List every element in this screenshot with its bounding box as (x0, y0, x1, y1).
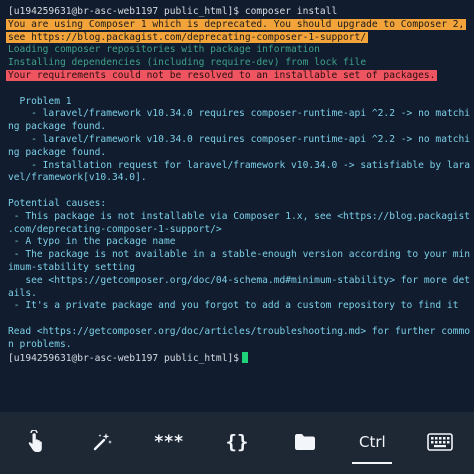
terminal-line: You are using Composer 1 which is deprec… (0, 18, 474, 32)
terminal-line-text: - laravel/framework v10.34.0 requires co… (8, 134, 471, 145)
keyboard-icon-button[interactable] (414, 422, 466, 462)
terminal-line-text: .com/deprecating-composer-1-support/> (8, 223, 222, 235)
terminal-line-text: [u194259631@br-asc-web1197 public_html]$… (8, 6, 338, 17)
password-button-label: *** (154, 432, 185, 452)
terminal-cursor (242, 351, 249, 363)
terminal-line-text: - A typo in the package name (8, 236, 176, 248)
terminal-line-text: ng package found. (8, 146, 107, 158)
terminal-line: - laravel/framework v10.34.0 requires co… (0, 134, 474, 147)
terminal-line-text: Read <https://getcomposer.org/doc/articl… (8, 326, 471, 337)
terminal-line-text: ng package found. (8, 121, 107, 133)
terminal-line: - The package is not available in a stab… (0, 249, 474, 262)
snippets-button-label: {} (225, 431, 249, 453)
terminal-line: - laravel/framework v10.34.0 requires co… (0, 108, 474, 121)
terminal-line: vel/framework[v10.34.0]. (0, 172, 474, 185)
extra-keys-toolbar: *** {} Ctrl (0, 412, 474, 474)
terminal-line-text: vel/framework[v10.34.0]. (8, 172, 147, 184)
terminal-line: .com/deprecating-composer-1-support/> (0, 224, 474, 237)
terminal-line: Read <https://getcomposer.org/doc/articl… (0, 326, 474, 339)
terminal-line: Problem 1 (0, 96, 474, 109)
terminal-line: - Installation request for laravel/frame… (0, 160, 474, 173)
touch-icon-button[interactable] (8, 422, 60, 462)
terminal-line-text: - It's a private package and you forgot … (8, 300, 459, 312)
terminal-line-text: n problems. (8, 338, 72, 350)
magic-wand-icon-button[interactable] (76, 422, 128, 462)
terminal-line-text: - laravel/framework v10.34.0 requires co… (8, 108, 471, 120)
terminal-line: imum-stability setting (0, 262, 474, 275)
terminal-line: ng package found. (0, 121, 474, 134)
terminal-line-text: You are using Composer 1 which is deprec… (6, 18, 467, 30)
ctrl-active-indicator (352, 462, 393, 464)
magic-wand-icon (91, 431, 113, 453)
terminal-line: ng package found. (0, 147, 474, 160)
touch-icon (24, 430, 44, 454)
terminal-line-text: Loading composer repositories with packa… (8, 44, 320, 56)
terminal-line-text: - Installation request for laravel/frame… (8, 159, 471, 171)
terminal-line-text: Installing dependencies (including requi… (8, 57, 367, 69)
terminal-line-text: see <https://getcomposer.org/doc/04-sche… (8, 274, 471, 286)
terminal-line: Loading composer repositories with packa… (0, 44, 474, 57)
terminal-line: Installing dependencies (including requi… (0, 57, 474, 70)
ctrl-button[interactable]: Ctrl (346, 422, 398, 464)
password-button[interactable]: *** (143, 422, 195, 462)
terminal-output[interactable]: [u194259631@br-asc-web1197 public_html]$… (0, 0, 474, 412)
terminal-line: Your requirements could not be resolved … (0, 70, 474, 83)
terminal-line: [u194259631@br-asc-web1197 public_html]$ (0, 351, 474, 365)
terminal-line: ails. (0, 288, 474, 301)
terminal-line: - It's a private package and you forgot … (0, 300, 474, 313)
terminal-line: see <https://getcomposer.org/doc/04-sche… (0, 275, 474, 288)
folder-icon (294, 433, 316, 451)
keyboard-icon (427, 433, 453, 451)
ctrl-button-label: Ctrl (359, 433, 386, 451)
terminal-line: n problems. (0, 339, 474, 352)
terminal-line-text: [u194259631@br-asc-web1197 public_html]$ (8, 352, 240, 364)
terminal-line: - This package is not installable via Co… (0, 211, 474, 224)
terminal-line-text: imum-stability setting (8, 262, 136, 273)
terminal-line-text: ails. (8, 287, 37, 299)
terminal-line-text: see https://blog.packagist.com/deprecati… (6, 31, 369, 43)
terminal-app: [u194259631@br-asc-web1197 public_html]$… (0, 0, 474, 474)
terminal-line-text: - The package is not available in a stab… (8, 249, 471, 261)
terminal-line-text: Potential causes: (8, 198, 107, 209)
terminal-line: see https://blog.packagist.com/deprecati… (0, 31, 474, 45)
snippets-button[interactable]: {} (211, 422, 263, 462)
terminal-line: - A typo in the package name (0, 236, 474, 249)
terminal-line-text: Your requirements could not be resolved … (6, 70, 438, 81)
terminal-line: [u194259631@br-asc-web1197 public_html]$… (0, 6, 474, 19)
terminal-line-text: - This package is not installable via Co… (8, 210, 471, 222)
terminal-line: Potential causes: (0, 198, 474, 211)
folder-icon-button[interactable] (279, 422, 331, 462)
terminal-line-text: Problem 1 (8, 95, 72, 107)
